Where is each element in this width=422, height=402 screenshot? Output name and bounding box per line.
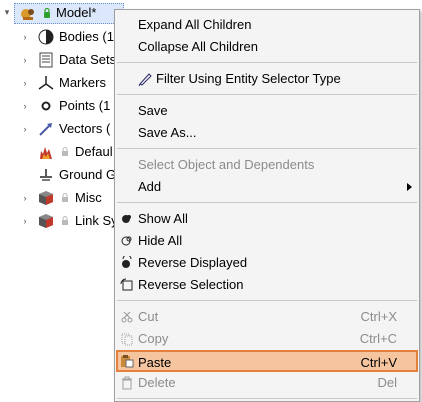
menu-item-label: Cut xyxy=(138,309,159,324)
tree-item-label: Ground G xyxy=(59,167,117,182)
tree-item-label: Link Sy xyxy=(75,213,118,228)
menu-separator xyxy=(117,300,417,301)
tree-item-label: Misc xyxy=(75,190,102,205)
tree-item-markers[interactable]: › Markers xyxy=(0,72,114,94)
menu-item-label: Delete xyxy=(138,375,176,390)
sphere-icon xyxy=(38,29,54,45)
menu-shortcut: Ctrl+C xyxy=(359,331,397,346)
menu-item-label: Show All xyxy=(138,211,188,226)
tree-item-link-systems[interactable]: › Link Sy xyxy=(0,210,118,232)
copy-icon xyxy=(121,333,133,346)
menu-shortcut: Ctrl+X xyxy=(360,309,397,324)
tree-item-bodies[interactable]: › Bodies (1 xyxy=(0,26,114,48)
tree-item-label: Points (1 xyxy=(59,98,111,113)
menu-item-reverse-displayed[interactable]: Reverse Displayed xyxy=(116,252,418,274)
menu-item-expand-all[interactable]: Expand All Children xyxy=(116,14,418,36)
flame-icon xyxy=(40,147,52,159)
menu-item-label: Save As... xyxy=(138,125,197,140)
menu-item-label: Copy xyxy=(138,331,169,346)
reverse-displayed-icon xyxy=(122,256,132,268)
tree-item-label: Bodies (1 xyxy=(59,29,114,44)
tree-item-data-sets[interactable]: › Data Sets xyxy=(0,49,117,71)
menu-item-save[interactable]: Save xyxy=(116,100,418,122)
scissors-icon xyxy=(121,311,133,323)
ground-icon xyxy=(40,169,52,181)
collapse-arrow-icon[interactable]: ▾ xyxy=(2,1,12,23)
hide-all-icon xyxy=(121,236,132,246)
menu-item-cut[interactable]: Cut Ctrl+X xyxy=(116,306,418,328)
menu-item-collapse-all[interactable]: Collapse All Children xyxy=(116,36,418,58)
tree-item-label: Data Sets xyxy=(59,52,117,67)
expand-arrow-icon[interactable]: › xyxy=(20,210,30,232)
menu-item-label: Save xyxy=(138,103,168,118)
submenu-arrow-icon xyxy=(407,183,412,191)
menu-item-filter[interactable]: Filter Using Entity Selector Type xyxy=(116,68,418,90)
menu-item-label: Expand All Children xyxy=(138,17,252,32)
point-icon xyxy=(41,101,51,111)
menu-item-label: Paste xyxy=(138,355,172,370)
expand-arrow-icon[interactable]: › xyxy=(20,26,30,48)
context-menu: Expand All Children Collapse All Childre… xyxy=(114,9,420,402)
menu-item-hide-all[interactable]: Hide All xyxy=(116,230,418,252)
menu-item-label: Hide All xyxy=(138,233,183,248)
menu-item-label: Select Object and Dependents xyxy=(138,157,315,172)
cube-icon xyxy=(39,214,53,228)
menu-item-reverse-selection[interactable]: Reverse Selection xyxy=(116,274,418,296)
menu-item-add[interactable]: Add xyxy=(116,176,418,198)
menu-shortcut: Del xyxy=(377,375,397,390)
menu-separator xyxy=(117,94,417,95)
trash-icon xyxy=(122,376,132,390)
menu-separator xyxy=(117,148,417,149)
menu-item-label: Filter Using Entity Selector Type xyxy=(156,71,341,86)
expand-arrow-icon[interactable]: › xyxy=(20,95,30,117)
tree-item-vectors[interactable]: › Vectors ( xyxy=(0,118,114,140)
menu-separator xyxy=(117,62,417,63)
reverse-selection-icon xyxy=(120,278,133,291)
expand-arrow-icon[interactable]: › xyxy=(20,187,30,209)
expand-arrow-icon[interactable]: › xyxy=(20,118,30,140)
cube-icon xyxy=(39,191,53,205)
menu-separator xyxy=(117,202,417,203)
menu-item-delete[interactable]: Delete Del xyxy=(116,372,418,394)
menu-item-paste[interactable]: Paste Ctrl+V xyxy=(116,350,418,372)
tree-root-label: Model* xyxy=(56,5,97,20)
tree-item-label: Vectors ( xyxy=(59,121,111,136)
menu-item-label: Add xyxy=(138,179,162,194)
tree-item-default[interactable]: Defaul xyxy=(0,141,114,163)
menu-item-show-all[interactable]: Show All xyxy=(116,208,418,230)
lock-icon xyxy=(62,193,68,202)
lock-icon xyxy=(62,216,68,225)
marker-icon xyxy=(38,76,54,90)
menu-separator xyxy=(117,398,417,399)
expand-arrow-icon[interactable]: › xyxy=(20,72,30,94)
status-green-icon xyxy=(44,8,50,18)
vector-icon xyxy=(39,123,52,136)
menu-item-copy[interactable]: Copy Ctrl+C xyxy=(116,328,418,350)
tree-item-label: Defaul xyxy=(75,144,113,159)
menu-shortcut: Ctrl+V xyxy=(360,355,397,370)
expand-arrow-icon[interactable]: › xyxy=(20,49,30,71)
menu-item-save-as[interactable]: Save As... xyxy=(116,122,418,144)
menu-item-label: Collapse All Children xyxy=(138,39,258,54)
tree-item-misc[interactable]: › Misc xyxy=(0,187,114,209)
paste-icon xyxy=(121,355,134,368)
show-all-icon xyxy=(122,215,131,223)
tree-item-points[interactable]: › Points (1 xyxy=(0,95,114,117)
filter-pencil-icon xyxy=(138,73,152,86)
lock-icon xyxy=(62,147,68,156)
menu-item-label: Reverse Selection xyxy=(138,277,244,292)
tree-item-label: Markers xyxy=(59,75,106,90)
menu-item-select-object[interactable]: Select Object and Dependents xyxy=(116,154,418,176)
model-icon xyxy=(21,9,34,20)
menu-item-label: Reverse Displayed xyxy=(138,255,248,270)
document-icon xyxy=(39,52,53,68)
tree-item-ground[interactable]: Ground G xyxy=(0,164,117,186)
